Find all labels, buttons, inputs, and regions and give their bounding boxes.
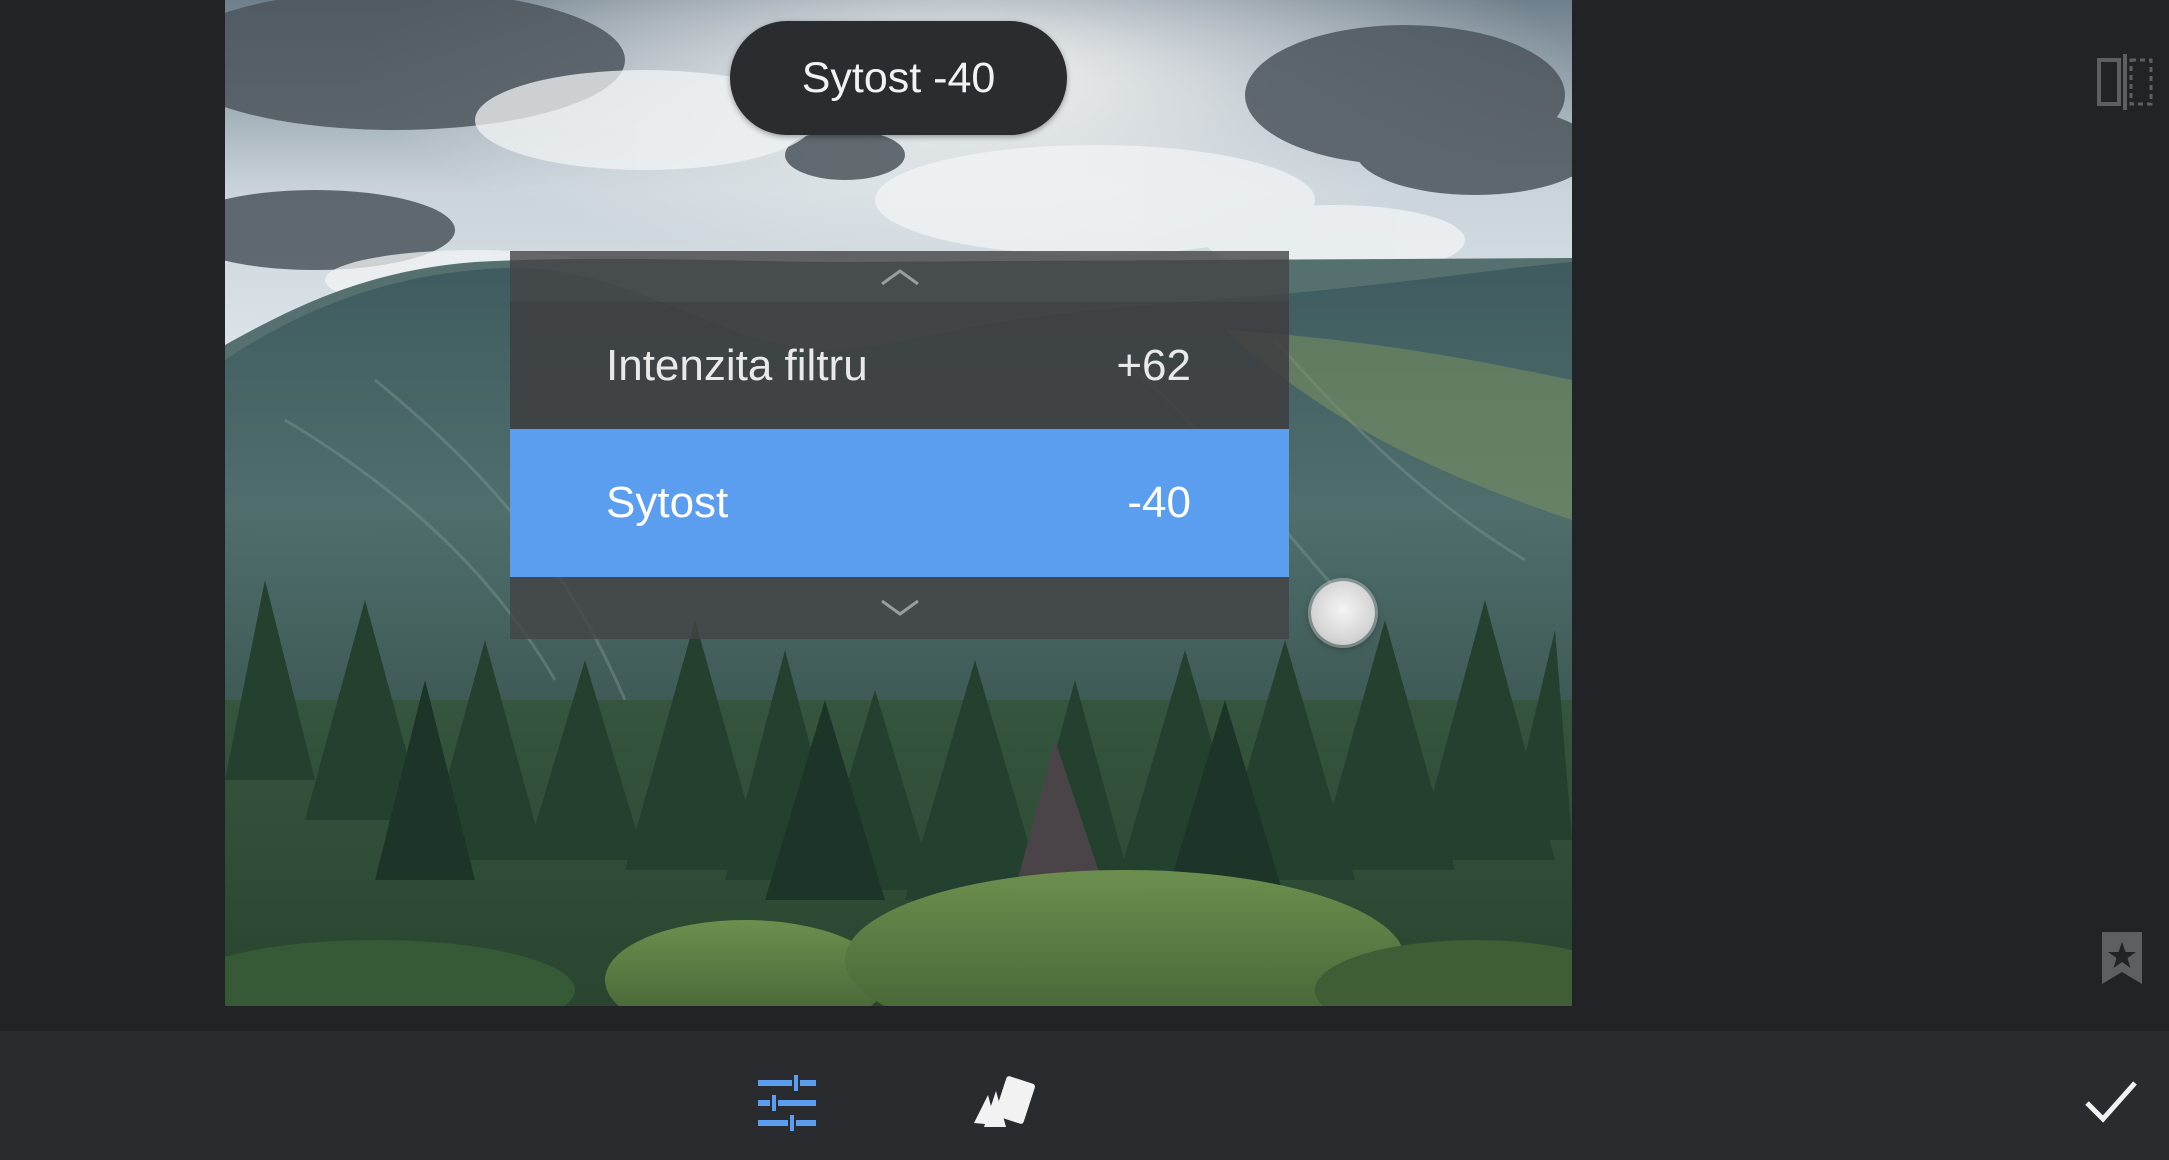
menu-item-label: Sytost: [606, 478, 729, 527]
value-tooltip-text: Sytost -40: [801, 53, 996, 102]
menu-scroll-up[interactable]: [510, 251, 1289, 302]
menu-item-value: +62: [1116, 340, 1191, 390]
control-point-icon[interactable]: [1311, 581, 1375, 645]
style-cards-icon[interactable]: [970, 1073, 1040, 1133]
chevron-up-icon: [880, 268, 919, 285]
menu-item-saturation[interactable]: Sytost -40: [510, 429, 1289, 577]
checkmark-icon[interactable]: [2084, 1079, 2138, 1123]
bookmark-star-icon[interactable]: [2100, 930, 2144, 986]
bottom-toolbar: [0, 1031, 2169, 1160]
editor-screen: Sytost -40 Intenzita filtru +62 Sytost -…: [0, 0, 2169, 1160]
menu-item-label: Intenzita filtru: [606, 340, 868, 390]
adjustment-menu[interactable]: Intenzita filtru +62 Sytost -40: [510, 251, 1289, 640]
compare-split-icon[interactable]: [2096, 54, 2154, 110]
sliders-tune-icon[interactable]: [758, 1075, 816, 1131]
menu-scroll-down[interactable]: [510, 577, 1289, 639]
menu-item-filter-strength[interactable]: Intenzita filtru +62: [510, 302, 1289, 429]
chevron-down-icon: [880, 599, 919, 616]
menu-item-value: -40: [1127, 478, 1191, 527]
value-tooltip: Sytost -40: [730, 21, 1067, 135]
